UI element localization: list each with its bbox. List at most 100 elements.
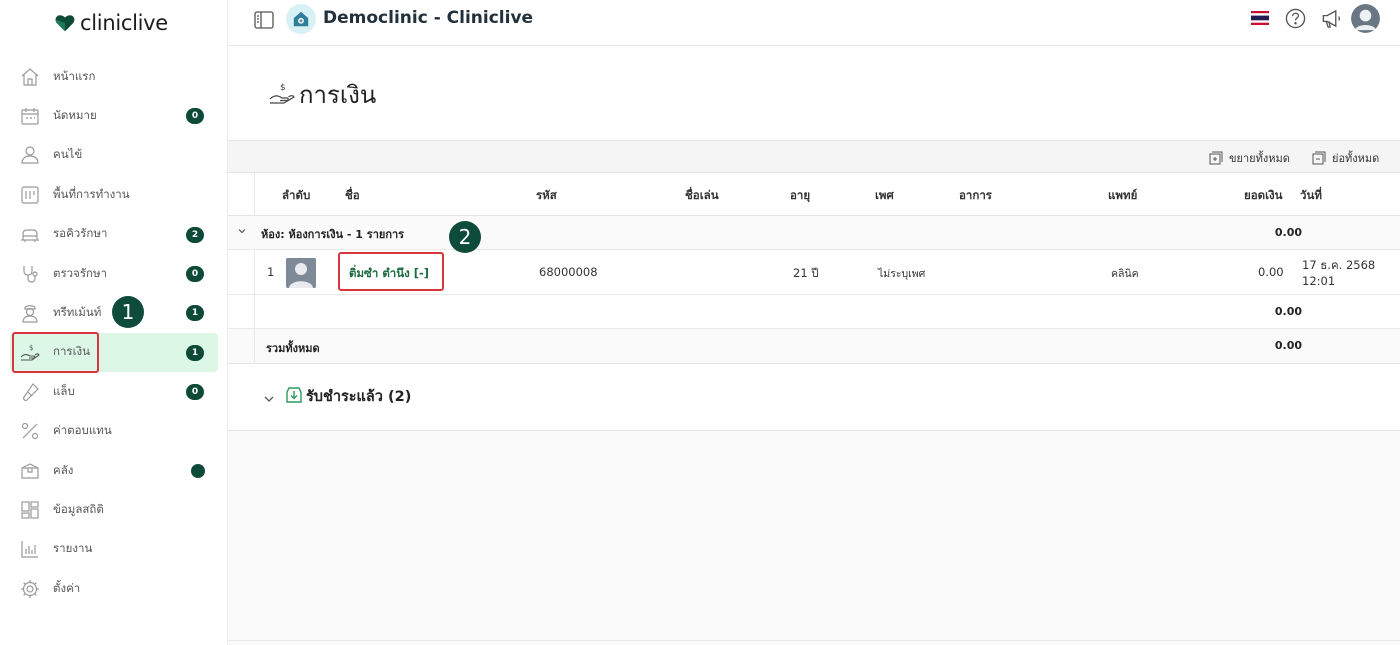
row-code: 68000008	[539, 265, 598, 279]
sidebar-item-label: หน้าแรก	[53, 68, 96, 83]
sidebar-item-settings[interactable]: ตั้งค่า	[0, 569, 228, 608]
step-marker-2: 2	[449, 221, 481, 253]
column-divider	[254, 295, 255, 328]
subtotal-value: 0.00	[1274, 305, 1302, 318]
highlight-patient-box	[338, 252, 444, 291]
column-divider	[254, 250, 255, 294]
highlight-finance-box	[12, 332, 99, 373]
col-date[interactable]: วันที่	[1300, 187, 1322, 205]
sidebar-item-label: ทรีทเม้นท์	[53, 305, 102, 320]
sidebar-item-label: พื้นที่การทำงาน	[53, 186, 130, 201]
count-badge: 0	[186, 265, 204, 282]
sidebar-item-label: ค่าตอบแทน	[53, 423, 112, 438]
sidebar-item-label: แล็บ	[53, 383, 75, 398]
sidebar-item-home[interactable]: หน้าแรก	[0, 57, 228, 96]
col-order[interactable]: ลำดับ	[282, 187, 310, 205]
subtotal-row: 0.00	[228, 295, 1400, 329]
group-row-finance-room[interactable]: ห้อง: ห้องการเงิน - 1 รายการ 0.00	[228, 216, 1400, 250]
chevron-down-icon[interactable]	[263, 393, 275, 405]
sidebar-toggle-icon[interactable]	[254, 11, 274, 29]
page-title: การเงิน	[299, 81, 377, 109]
announcement-icon[interactable]	[1320, 8, 1342, 29]
sidebar-item-label: ตั้งค่า	[53, 580, 81, 595]
col-name[interactable]: ชื่อ	[345, 187, 360, 205]
col-symptom[interactable]: อาการ	[959, 187, 992, 205]
expand-all-label: ขยายทั้งหมด	[1229, 152, 1290, 165]
sidebar-item-queue[interactable]: รอคิวรักษา 2	[0, 215, 228, 254]
col-age[interactable]: อายุ	[790, 187, 810, 205]
row-time: 12:01	[1302, 274, 1336, 288]
main-content: $ การเงิน ขยายทั้งหมด ย่อทั้งหมด ลำดับ ช…	[228, 46, 1400, 645]
step-marker-1: 1	[112, 296, 144, 328]
paid-section-title[interactable]: รับชำระแล้ว (2)	[306, 385, 411, 408]
sidebar-item-statistics[interactable]: ข้อมูลสถิติ	[0, 490, 228, 529]
collapse-all-button[interactable]: ย่อทั้งหมด	[1312, 149, 1379, 167]
count-badge: 0	[186, 384, 204, 401]
dashboard-icon	[20, 500, 40, 520]
table-header: ลำดับ ชื่อ รหัส ชื่อเล่น อายุ เพศ อาการ …	[228, 173, 1400, 216]
sidebar-item-workspace[interactable]: พื้นที่การทำงาน	[0, 175, 228, 214]
grand-total-value: 0.00	[1274, 339, 1302, 352]
column-divider	[254, 329, 255, 363]
row-amount: 0.00	[1258, 265, 1284, 279]
row-sex: ไม่ระบุเพศ	[878, 268, 926, 280]
top-bar: Democlinic - Cliniclive	[228, 0, 1400, 46]
chevron-down-icon[interactable]	[237, 226, 247, 236]
home-icon	[20, 67, 40, 87]
clinic-logo	[286, 4, 316, 34]
count-badge: 2	[186, 226, 204, 243]
user-avatar-icon	[1351, 4, 1380, 33]
percent-icon	[20, 421, 40, 441]
page-header: $ การเงิน	[228, 46, 1400, 141]
collapse-icon	[1312, 151, 1326, 165]
heart-logo-icon	[55, 15, 75, 32]
col-code[interactable]: รหัส	[536, 187, 557, 205]
grand-total-label: รวมทั้งหมด	[266, 342, 320, 355]
stethoscope-icon	[20, 264, 40, 284]
col-nickname[interactable]: ชื่อเล่น	[685, 187, 719, 205]
calendar-icon	[20, 106, 40, 126]
sidebar-item-patients[interactable]: คนไข้	[0, 136, 228, 175]
sidebar-item-label: รายงาน	[53, 541, 93, 556]
app-logo[interactable]: cliniclive	[54, 11, 168, 35]
sidebar-item-lab[interactable]: แล็บ 0	[0, 372, 228, 411]
bed-icon	[20, 224, 40, 244]
col-doctor[interactable]: แพทย์	[1108, 187, 1137, 205]
col-amount[interactable]: ยอดเงิน	[1244, 187, 1283, 205]
sidebar-item-reports[interactable]: รายงาน	[0, 530, 228, 569]
svg-text:$: $	[280, 83, 286, 93]
col-sex[interactable]: เพศ	[875, 187, 894, 205]
app-logo-text: cliniclive	[80, 11, 168, 35]
clinic-title: Democlinic - Cliniclive	[323, 8, 534, 28]
clinic-home-icon	[293, 11, 309, 27]
collapse-all-label: ย่อทั้งหมด	[1332, 152, 1380, 165]
test-tube-icon	[20, 382, 40, 402]
row-date: 17 ธ.ค. 2568	[1302, 258, 1376, 272]
user-icon	[20, 145, 40, 165]
expand-icon	[1209, 151, 1223, 165]
paid-section[interactable]: รับชำระแล้ว (2)	[228, 364, 1400, 430]
money-hand-icon: $	[269, 83, 295, 104]
sidebar-item-label: คนไข้	[53, 147, 83, 162]
user-avatar[interactable]	[1351, 4, 1380, 33]
workspace-icon	[20, 185, 40, 205]
sidebar-item-inventory[interactable]: คลัง	[0, 451, 228, 490]
sidebar-item-commission[interactable]: ค่าตอบแทน	[0, 412, 228, 451]
box-icon	[20, 461, 40, 481]
status-dot	[191, 463, 205, 478]
patient-avatar-icon	[286, 258, 316, 288]
count-badge: 1	[186, 344, 204, 361]
nurse-icon	[20, 303, 40, 323]
sidebar-item-examination[interactable]: ตรวจรักษา 0	[0, 254, 228, 293]
grand-total-row: รวมทั้งหมด 0.00	[228, 329, 1400, 364]
help-icon[interactable]	[1285, 8, 1306, 29]
thai-flag-icon[interactable]	[1251, 11, 1269, 25]
count-badge: 1	[186, 305, 204, 322]
sidebar-item-label: คลัง	[53, 462, 74, 477]
patient-avatar	[286, 258, 316, 288]
row-doctor: คลินิค	[1111, 268, 1139, 280]
expand-all-button[interactable]: ขยายทั้งหมด	[1209, 149, 1290, 167]
sidebar-item-appointments[interactable]: นัดหมาย 0	[0, 96, 228, 135]
row-order: 1	[267, 265, 275, 279]
table-toolbar: ขยายทั้งหมด ย่อทั้งหมด	[228, 141, 1400, 173]
